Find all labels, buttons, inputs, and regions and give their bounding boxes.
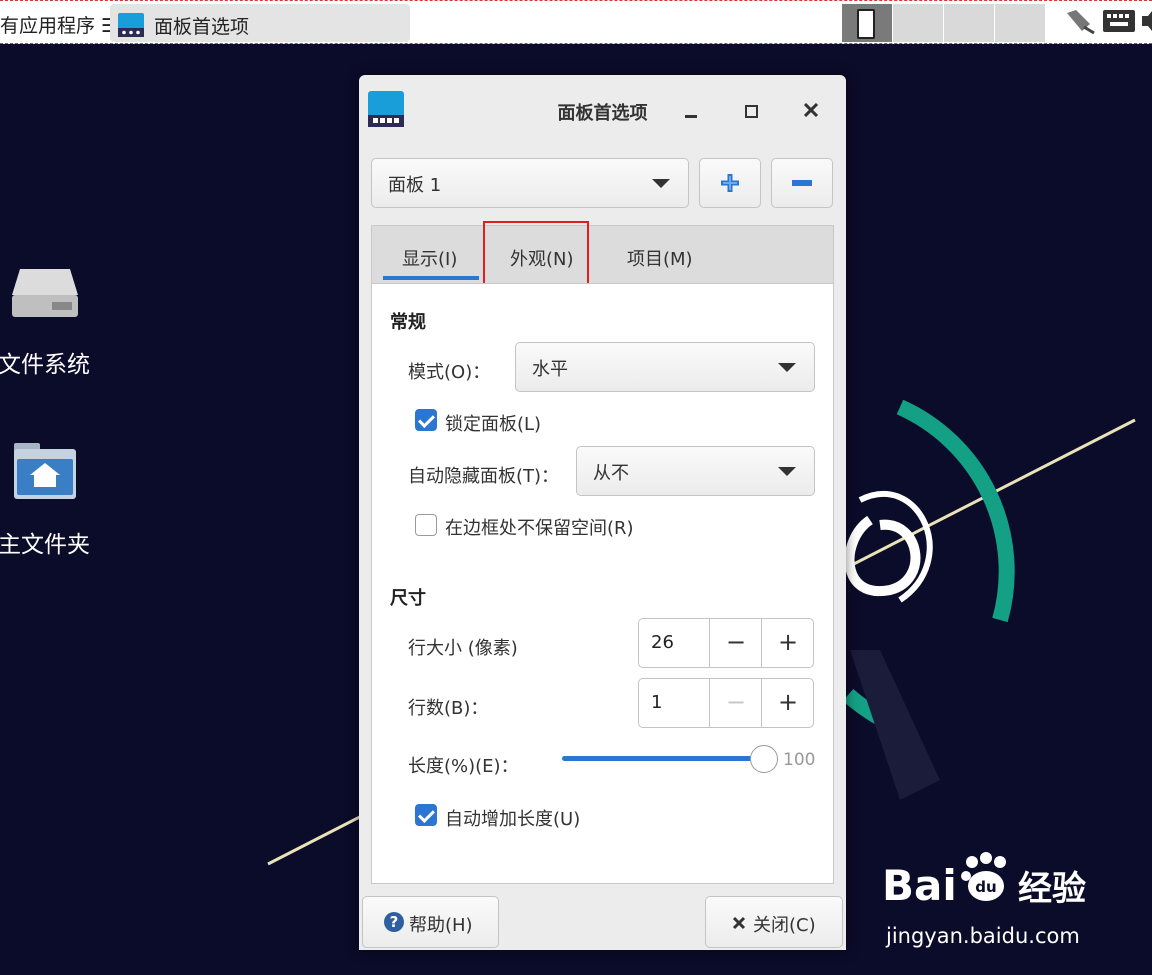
workspace-3[interactable] xyxy=(944,4,994,42)
tab-items[interactable]: 项目(M) xyxy=(627,245,693,271)
close-window-button[interactable] xyxy=(797,97,825,125)
section-title-general: 常规 xyxy=(390,312,426,333)
title-bar[interactable]: 面板首选项 xyxy=(359,75,846,145)
taskbar-button-label: 面板首选项 xyxy=(154,16,250,38)
length-slider-track[interactable] xyxy=(562,756,752,761)
desktop-icon-label: 文件系统 xyxy=(0,352,90,378)
svg-text:du: du xyxy=(975,878,996,896)
minimize-button[interactable] xyxy=(677,97,705,125)
auto-length-label[interactable]: 自动增加长度(U) xyxy=(445,805,580,831)
rows-spinner: 1 − + xyxy=(638,678,814,728)
panel-select-value: 面板 1 xyxy=(388,175,442,196)
remove-panel-button[interactable] xyxy=(771,158,833,208)
maximize-icon xyxy=(745,105,758,118)
length-label: 长度(%)(E)： xyxy=(408,756,519,777)
length-slider-handle[interactable] xyxy=(750,745,778,773)
desktop-icon-label: 主文件夹 xyxy=(0,532,90,558)
chevron-down-icon xyxy=(778,467,796,476)
close-button[interactable]: 关闭(C) xyxy=(705,896,843,948)
svg-text:?: ? xyxy=(390,913,399,931)
network-icon[interactable] xyxy=(1064,7,1096,35)
help-button[interactable]: ? 帮助(H) xyxy=(362,896,499,948)
close-icon xyxy=(804,103,818,117)
lock-panel-label[interactable]: 锁定面板(L) xyxy=(445,410,541,436)
tab-content-display: 常规 模式(O)： 水平 锁定面板(L) 自动隐藏面板(T)： 从不 在边框处不… xyxy=(371,283,834,884)
workspace-1[interactable] xyxy=(842,4,892,42)
rows-increment-button[interactable]: + xyxy=(761,679,814,727)
help-icon: ? xyxy=(384,912,404,932)
add-panel-button[interactable] xyxy=(699,158,761,208)
reserve-space-checkbox[interactable] xyxy=(415,514,437,536)
auto-length-checkbox[interactable] xyxy=(415,804,437,826)
section-title-size: 尺寸 xyxy=(390,588,426,609)
drive-icon xyxy=(12,269,78,317)
rows-label: 行数(B)： xyxy=(408,698,489,719)
lock-panel-checkbox[interactable] xyxy=(415,409,437,431)
system-tray xyxy=(1064,7,1152,35)
help-button-label: 帮助(H) xyxy=(409,915,473,936)
row-size-spinner: 26 − + xyxy=(638,618,814,668)
panel-preferences-dialog: 面板首选项 面板 1 显示(I) 外观(N) 项目(M) 常规 模式(O)： 水… xyxy=(359,75,846,950)
maximize-button[interactable] xyxy=(737,97,765,125)
mode-select[interactable]: 水平 xyxy=(515,342,815,392)
row-size-decrement-button[interactable]: − xyxy=(709,619,762,667)
plus-icon xyxy=(721,174,739,192)
workspace-4[interactable] xyxy=(995,4,1045,42)
rows-decrement-button[interactable]: − xyxy=(709,679,762,727)
volume-icon[interactable] xyxy=(1142,8,1152,34)
minimize-icon xyxy=(685,115,697,118)
autohide-label: 自动隐藏面板(T)： xyxy=(408,466,560,487)
dialog-title: 面板首选项 xyxy=(557,103,648,124)
baidu-paw-logo: Bai du 经验 xyxy=(882,852,1086,910)
keyboard-icon[interactable] xyxy=(1102,8,1136,34)
home-folder-icon xyxy=(14,443,76,499)
close-button-label: 关闭(C) xyxy=(753,915,816,936)
workspace-switcher xyxy=(842,4,1046,42)
taskbar-button-panel-preferences[interactable]: 面板首选项 xyxy=(110,4,410,42)
close-icon xyxy=(732,916,746,930)
panel-app-icon xyxy=(118,13,144,37)
workspace-2[interactable] xyxy=(893,4,943,42)
top-panel: 有应用程序 ☰ 面板首选项 xyxy=(0,0,1152,44)
mode-label: 模式(O)： xyxy=(408,362,491,383)
desktop-icon-home[interactable]: 主文件夹 xyxy=(0,443,100,558)
chevron-down-icon xyxy=(778,363,796,372)
window-thumbnail xyxy=(857,9,875,39)
reserve-space-label[interactable]: 在边框处不保留空间(R) xyxy=(445,514,634,540)
chevron-down-icon xyxy=(652,179,670,188)
length-value: 100 xyxy=(783,750,816,770)
row-size-label: 行大小 (像素) xyxy=(408,638,518,659)
svg-text:经验: 经验 xyxy=(1018,869,1086,909)
panel-select[interactable]: 面板 1 xyxy=(371,158,689,208)
row-size-increment-button[interactable]: + xyxy=(761,619,814,667)
active-tab-indicator xyxy=(383,276,479,280)
row-size-value[interactable]: 26 xyxy=(651,632,674,653)
mode-select-value: 水平 xyxy=(532,359,568,380)
minus-icon xyxy=(792,180,812,186)
watermark-url: jingyan.baidu.com xyxy=(886,924,1080,948)
desktop-icon-filesystem[interactable]: 文件系统 xyxy=(0,265,100,378)
rows-value[interactable]: 1 xyxy=(651,692,662,713)
applications-menu[interactable]: 有应用程序 ☰ xyxy=(0,11,118,38)
tab-display[interactable]: 显示(I) xyxy=(402,245,457,271)
autohide-select[interactable]: 从不 xyxy=(576,446,815,496)
autohide-select-value: 从不 xyxy=(593,463,629,484)
svg-text:Bai: Bai xyxy=(882,861,957,910)
